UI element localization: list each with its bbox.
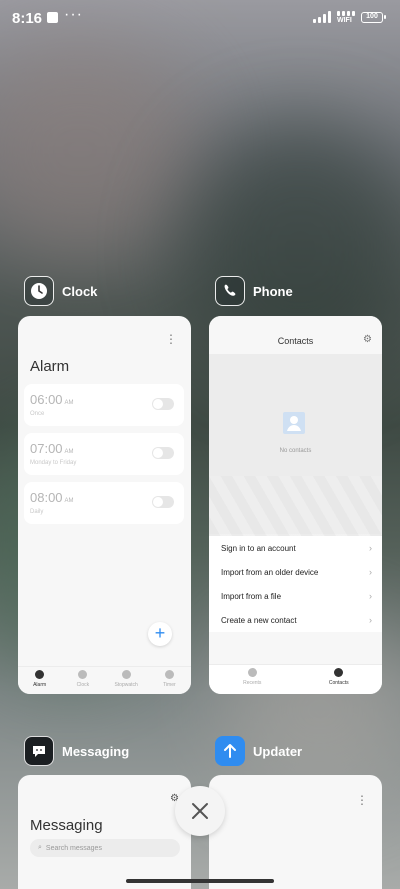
recents-icon <box>247 668 257 677</box>
updater-app-header[interactable]: Updater <box>215 736 302 766</box>
search-placeholder: Search messages <box>45 844 102 852</box>
alarm-icon <box>35 670 45 679</box>
phone-app-card[interactable]: Contacts ⚙ No contacts Sign in to an acc… <box>209 316 382 694</box>
alarm-item: 07:00 AM Monday to Friday <box>24 433 184 475</box>
wifi-icon: WIFI <box>337 11 355 24</box>
message-icon <box>24 736 54 766</box>
more-options-icon: ⋮ <box>165 332 177 346</box>
menu-item-import-older: Import from an older device › <box>209 560 382 584</box>
tab-label: Stopwatch <box>114 682 138 688</box>
wifi-label: WIFI <box>337 17 352 24</box>
chevron-right-icon: › <box>369 615 372 625</box>
tab-stopwatch: Stopwatch <box>105 667 148 694</box>
tab-label: Clock <box>76 682 90 688</box>
tab-alarm: Alarm <box>18 667 61 694</box>
tab-clock: Clock <box>61 667 104 694</box>
person-icon <box>334 668 344 677</box>
close-icon <box>192 803 208 819</box>
phone-tab-bar: Recents Contacts <box>209 664 382 694</box>
menu-item-label: Sign in to an account <box>221 543 296 553</box>
alarm-time: 08:00 <box>30 490 63 505</box>
alarm-toggle <box>152 496 174 508</box>
status-time: 8:16 <box>12 10 43 27</box>
messaging-title: Messaging <box>30 817 103 834</box>
chevron-right-icon: › <box>369 591 372 601</box>
alarm-time: 06:00 <box>30 392 63 407</box>
menu-item-import-file: Import from a file › <box>209 584 382 608</box>
tab-label: Contacts <box>328 680 349 686</box>
tab-contacts: Contacts <box>296 665 383 694</box>
phone-app-name: Phone <box>253 283 293 299</box>
tab-recents: Recents <box>209 665 296 694</box>
phone-icon <box>215 276 245 306</box>
alarm-ampm: AM <box>64 498 74 504</box>
tab-label: Recents <box>243 680 262 686</box>
add-alarm-button: + <box>148 622 172 646</box>
notification-icon <box>47 12 58 23</box>
messaging-app-name: Messaging <box>62 743 130 759</box>
battery-level: 100 <box>366 13 378 20</box>
more-notifications-icon: ··· <box>64 6 83 23</box>
alarm-ampm: AM <box>64 449 74 455</box>
alarm-item: 08:00 AM Daily <box>24 482 184 524</box>
more-options-icon: ⋮ <box>356 793 368 807</box>
clock-app-name: Clock <box>62 283 98 299</box>
clock-tab-icon <box>78 670 88 679</box>
alarm-toggle <box>152 398 174 410</box>
signal-icon <box>313 11 331 23</box>
contacts-actions: Sign in to an account › Import from an ol… <box>209 536 382 632</box>
status-bar: 8:16 ··· WIFI 100 <box>0 0 400 36</box>
home-indicator[interactable] <box>126 879 274 883</box>
clear-all-button[interactable] <box>175 786 225 836</box>
clock-tab-bar: Alarm Clock Stopwatch Timer <box>18 666 191 694</box>
messaging-app-header[interactable]: Messaging <box>24 736 129 766</box>
alarm-time: 07:00 <box>30 441 63 456</box>
alarm-title: Alarm <box>30 358 70 375</box>
menu-item-label: Create a new contact <box>221 615 297 625</box>
tab-label: Alarm <box>33 682 47 688</box>
arrow-up-icon <box>215 736 245 766</box>
updater-app-name: Updater <box>253 743 303 759</box>
menu-item-sign-in: Sign in to an account › <box>209 536 382 560</box>
alarm-item: 06:00 AM Once <box>24 384 184 426</box>
stopwatch-icon <box>121 670 131 679</box>
alarm-ampm: AM <box>64 400 74 406</box>
chevron-right-icon: › <box>369 543 372 553</box>
alarm-repeat: Once <box>30 411 45 417</box>
search-messages-field: ⌕ Search messages <box>30 839 180 857</box>
chevron-right-icon: › <box>369 567 372 577</box>
menu-item-label: Import from a file <box>221 591 282 601</box>
contacts-title: Contacts <box>277 336 314 346</box>
hourglass-icon <box>164 670 174 679</box>
search-icon: ⌕ <box>38 844 42 851</box>
battery-icon: 100 <box>361 12 386 23</box>
alarm-repeat: Daily <box>30 509 44 515</box>
tab-timer: Timer <box>148 667 191 694</box>
alarm-repeat: Monday to Friday <box>30 460 77 466</box>
clock-app-card[interactable]: ⋮ Alarm 06:00 AM Once 07:00 AM Monday to F… <box>18 316 191 694</box>
empty-state-text: No contacts <box>279 448 312 454</box>
phone-app-header[interactable]: Phone <box>215 276 293 306</box>
clock-app-header[interactable]: Clock <box>24 276 97 306</box>
messaging-app-card[interactable]: ⚙ Messaging ⌕ Search messages <box>18 775 191 889</box>
updater-app-card[interactable]: ⋮ <box>209 775 382 889</box>
menu-item-label: Import from an older device <box>221 567 319 577</box>
alarm-toggle <box>152 447 174 459</box>
contact-placeholder-icon <box>283 412 305 434</box>
clock-icon <box>24 276 54 306</box>
menu-item-create-contact: Create a new contact › <box>209 608 382 632</box>
settings-icon: ⚙ <box>363 334 372 345</box>
tab-label: Timer <box>163 682 176 688</box>
